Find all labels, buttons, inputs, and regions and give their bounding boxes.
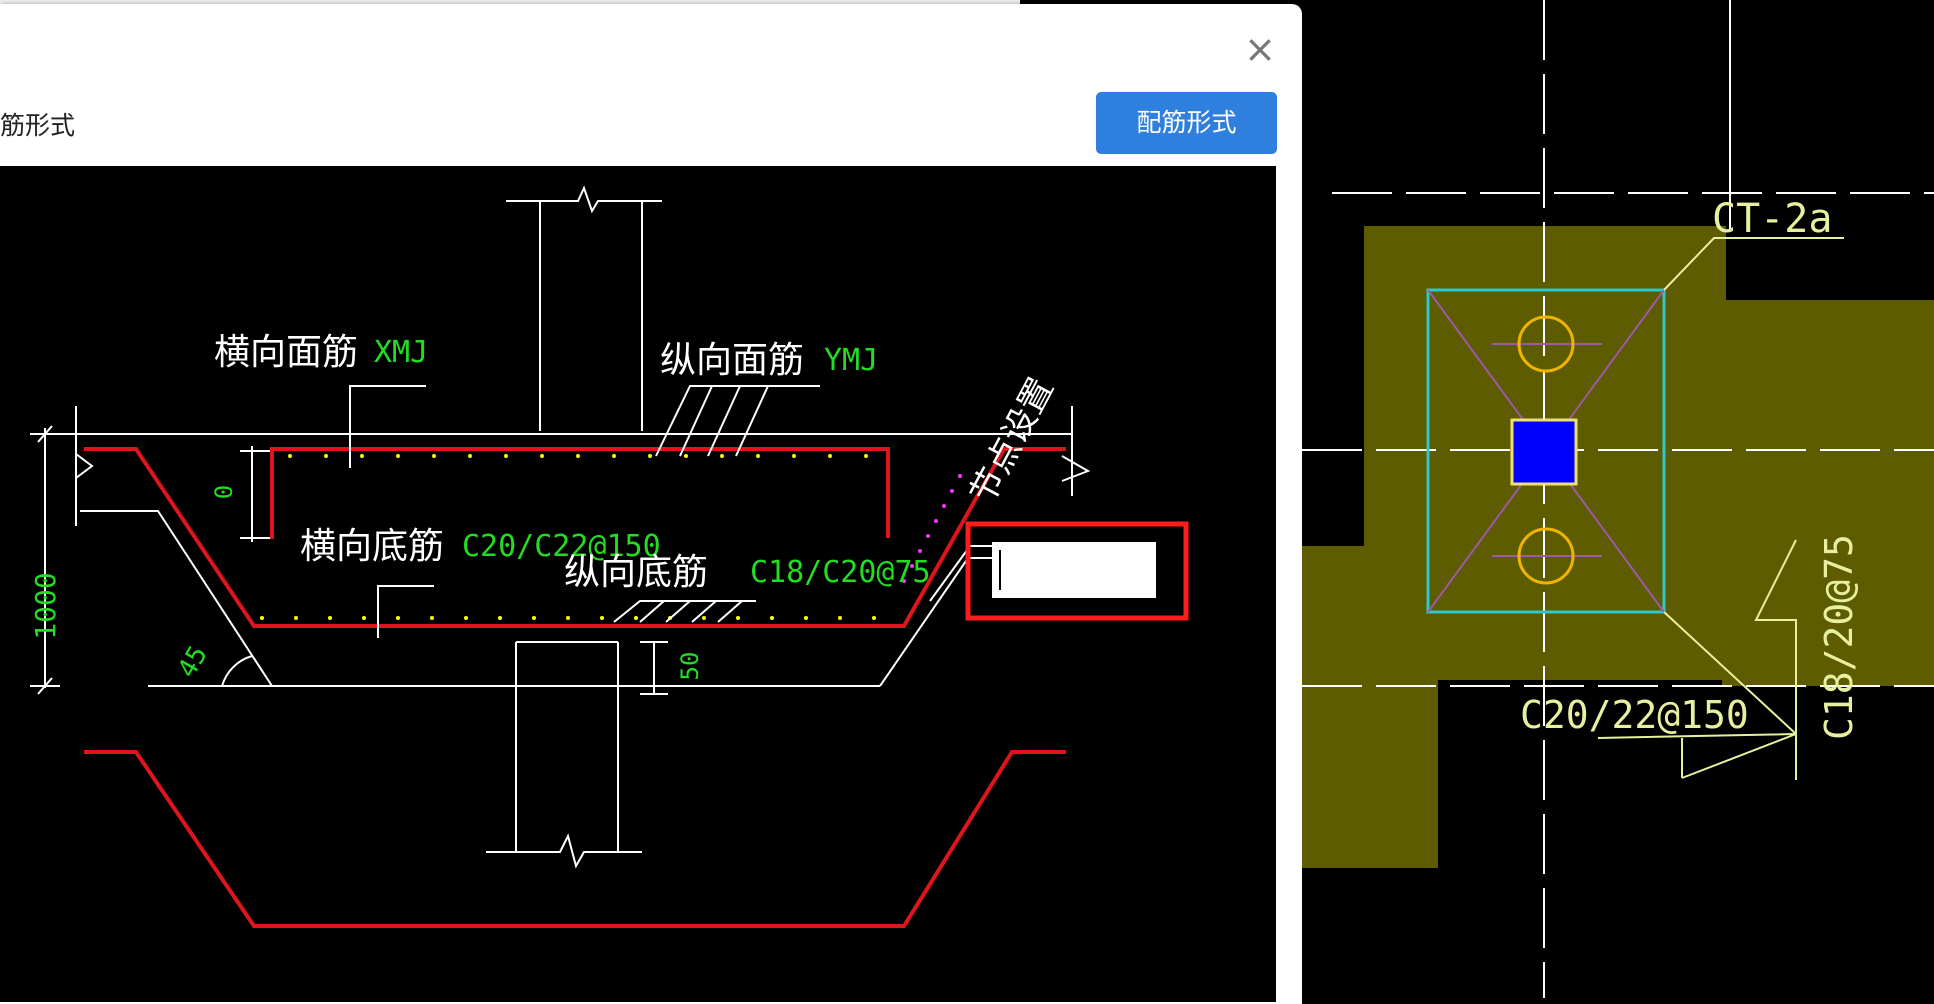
dim-top-cover-label: 0: [210, 485, 238, 499]
top-longitudinal-code: YMJ: [824, 343, 878, 378]
plan-drawing: CT-2a C20/22@150 C18/20@75: [1302, 0, 1934, 998]
rebar-form-button[interactable]: 配筋形式: [1096, 92, 1277, 154]
cad-plan-view: CT-2a C20/22@150 C18/20@75: [1302, 0, 1934, 998]
height-dimension-line: [30, 425, 60, 695]
dim-bottom-cover-label: 50: [676, 652, 704, 681]
foundation-section-preview: 1000 0 45 50 横向面筋 XMJ 纵向面筋 YMJ 节点设置 横向底筋…: [0, 166, 1276, 1002]
lower-rebar-outline: [84, 750, 1066, 928]
node-value-input[interactable]: [992, 542, 1156, 598]
lower-column: [486, 641, 642, 869]
bottom-rebar-dots: [260, 616, 876, 620]
top-transverse-code: XMJ: [374, 335, 428, 370]
section-drawing: 1000 0 45 50 横向面筋 XMJ 纵向面筋 YMJ 节点设置 横向底筋…: [29, 185, 1189, 928]
rebar-settings-dialog: × 筋形式 配筋形式 1000 0 45 50 横向面筋 XMJ 纵向面筋 YM…: [0, 4, 1302, 1004]
close-icon[interactable]: ×: [1241, 30, 1279, 68]
dim-height-label: 1000: [29, 572, 62, 639]
top-transverse-label: 横向面筋: [214, 332, 358, 373]
label-leaders: [349, 385, 1000, 638]
top-longitudinal-label: 纵向面筋: [660, 340, 804, 381]
upper-column: [506, 185, 662, 431]
bottom-longitudinal-value: C18/C20@75: [750, 555, 931, 590]
top-cover-dimension-line: [240, 446, 270, 542]
bottom-longitudinal-label: 纵向底筋: [564, 552, 708, 593]
rebar-label-vertical: C18/20@75: [1817, 534, 1861, 740]
top-rebar-dots: [288, 454, 868, 458]
column-square: [1510, 418, 1578, 486]
rebar-label-horizontal: C20/22@150: [1520, 693, 1749, 737]
angle-arc: [221, 655, 253, 687]
bottom-transverse-label: 横向底筋: [300, 526, 444, 567]
rebar-form-section-label: 筋形式: [0, 111, 76, 140]
dim-angle-label: 45: [172, 641, 214, 683]
cap-label: CT-2a: [1712, 196, 1832, 242]
node-setting-label[interactable]: 节点设置: [963, 371, 1062, 510]
